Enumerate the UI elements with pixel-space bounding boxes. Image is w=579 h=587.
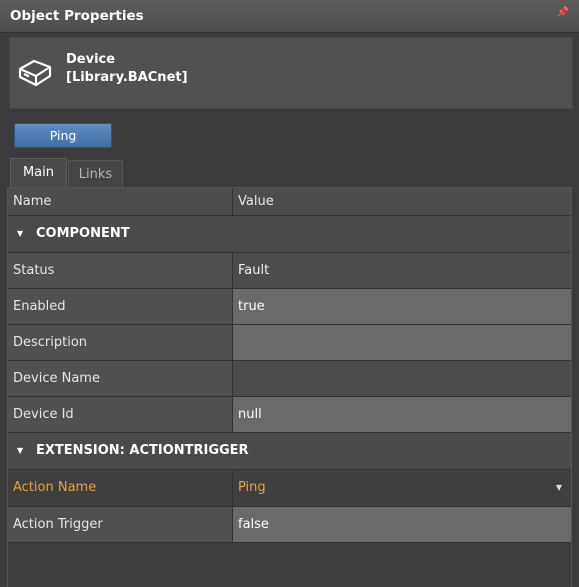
- property-value-field[interactable]: true: [233, 289, 571, 324]
- property-grid: Name Value ▼ COMPONENT Status Fault Enab…: [7, 187, 572, 587]
- panel-titlebar: Object Properties 📌: [0, 0, 579, 33]
- property-name: Device Name: [8, 361, 233, 396]
- property-value: [233, 361, 571, 396]
- tab-links[interactable]: Links: [68, 160, 123, 187]
- property-row-status[interactable]: Status Fault: [8, 253, 571, 289]
- property-value-dropdown[interactable]: Ping ▼: [233, 470, 571, 506]
- dropdown-arrow-icon[interactable]: ▼: [556, 470, 562, 506]
- property-row-description[interactable]: Description: [8, 325, 571, 361]
- pin-icon[interactable]: 📌: [557, 7, 569, 18]
- grid-header-row: Name Value: [8, 188, 571, 216]
- category-extension-actiontrigger[interactable]: ▼ EXTENSION: ACTIONTRIGGER: [8, 433, 571, 470]
- category-label: COMPONENT: [36, 226, 130, 241]
- column-header-value[interactable]: Value: [233, 188, 571, 215]
- collapse-chevron-icon[interactable]: ▼: [17, 433, 23, 469]
- property-row-enabled[interactable]: Enabled true: [8, 289, 571, 325]
- property-value-field[interactable]: null: [233, 397, 571, 432]
- object-properties-panel: Object Properties 📌 Device [Library.BACn…: [0, 0, 579, 587]
- property-name: Status: [8, 253, 233, 288]
- property-name: Action Name: [8, 470, 233, 506]
- object-name: Device: [66, 52, 116, 67]
- property-value-field[interactable]: [233, 325, 571, 360]
- category-component[interactable]: ▼ COMPONENT: [8, 216, 571, 253]
- device-icon: [16, 55, 54, 95]
- property-value: Fault: [233, 253, 571, 288]
- dropdown-selected-value: Ping: [238, 480, 266, 495]
- tab-main[interactable]: Main: [10, 158, 67, 187]
- property-value-field[interactable]: false: [233, 507, 571, 542]
- property-name: Device Id: [8, 397, 233, 432]
- ping-button[interactable]: Ping: [14, 123, 112, 148]
- collapse-chevron-icon[interactable]: ▼: [17, 216, 23, 252]
- category-label: EXTENSION: ACTIONTRIGGER: [36, 443, 249, 458]
- object-type: [Library.BACnet]: [66, 70, 188, 85]
- panel-title: Object Properties: [10, 8, 144, 24]
- property-name: Action Trigger: [8, 507, 233, 542]
- property-row-action-trigger[interactable]: Action Trigger false: [8, 507, 571, 543]
- property-row-action-name[interactable]: Action Name Ping ▼: [8, 470, 571, 507]
- column-header-name[interactable]: Name: [8, 188, 233, 215]
- property-row-device-name[interactable]: Device Name: [8, 361, 571, 397]
- property-name: Enabled: [8, 289, 233, 324]
- property-row-device-id[interactable]: Device Id null: [8, 397, 571, 433]
- property-name: Description: [8, 325, 233, 360]
- object-header: Device [Library.BACnet]: [9, 37, 573, 109]
